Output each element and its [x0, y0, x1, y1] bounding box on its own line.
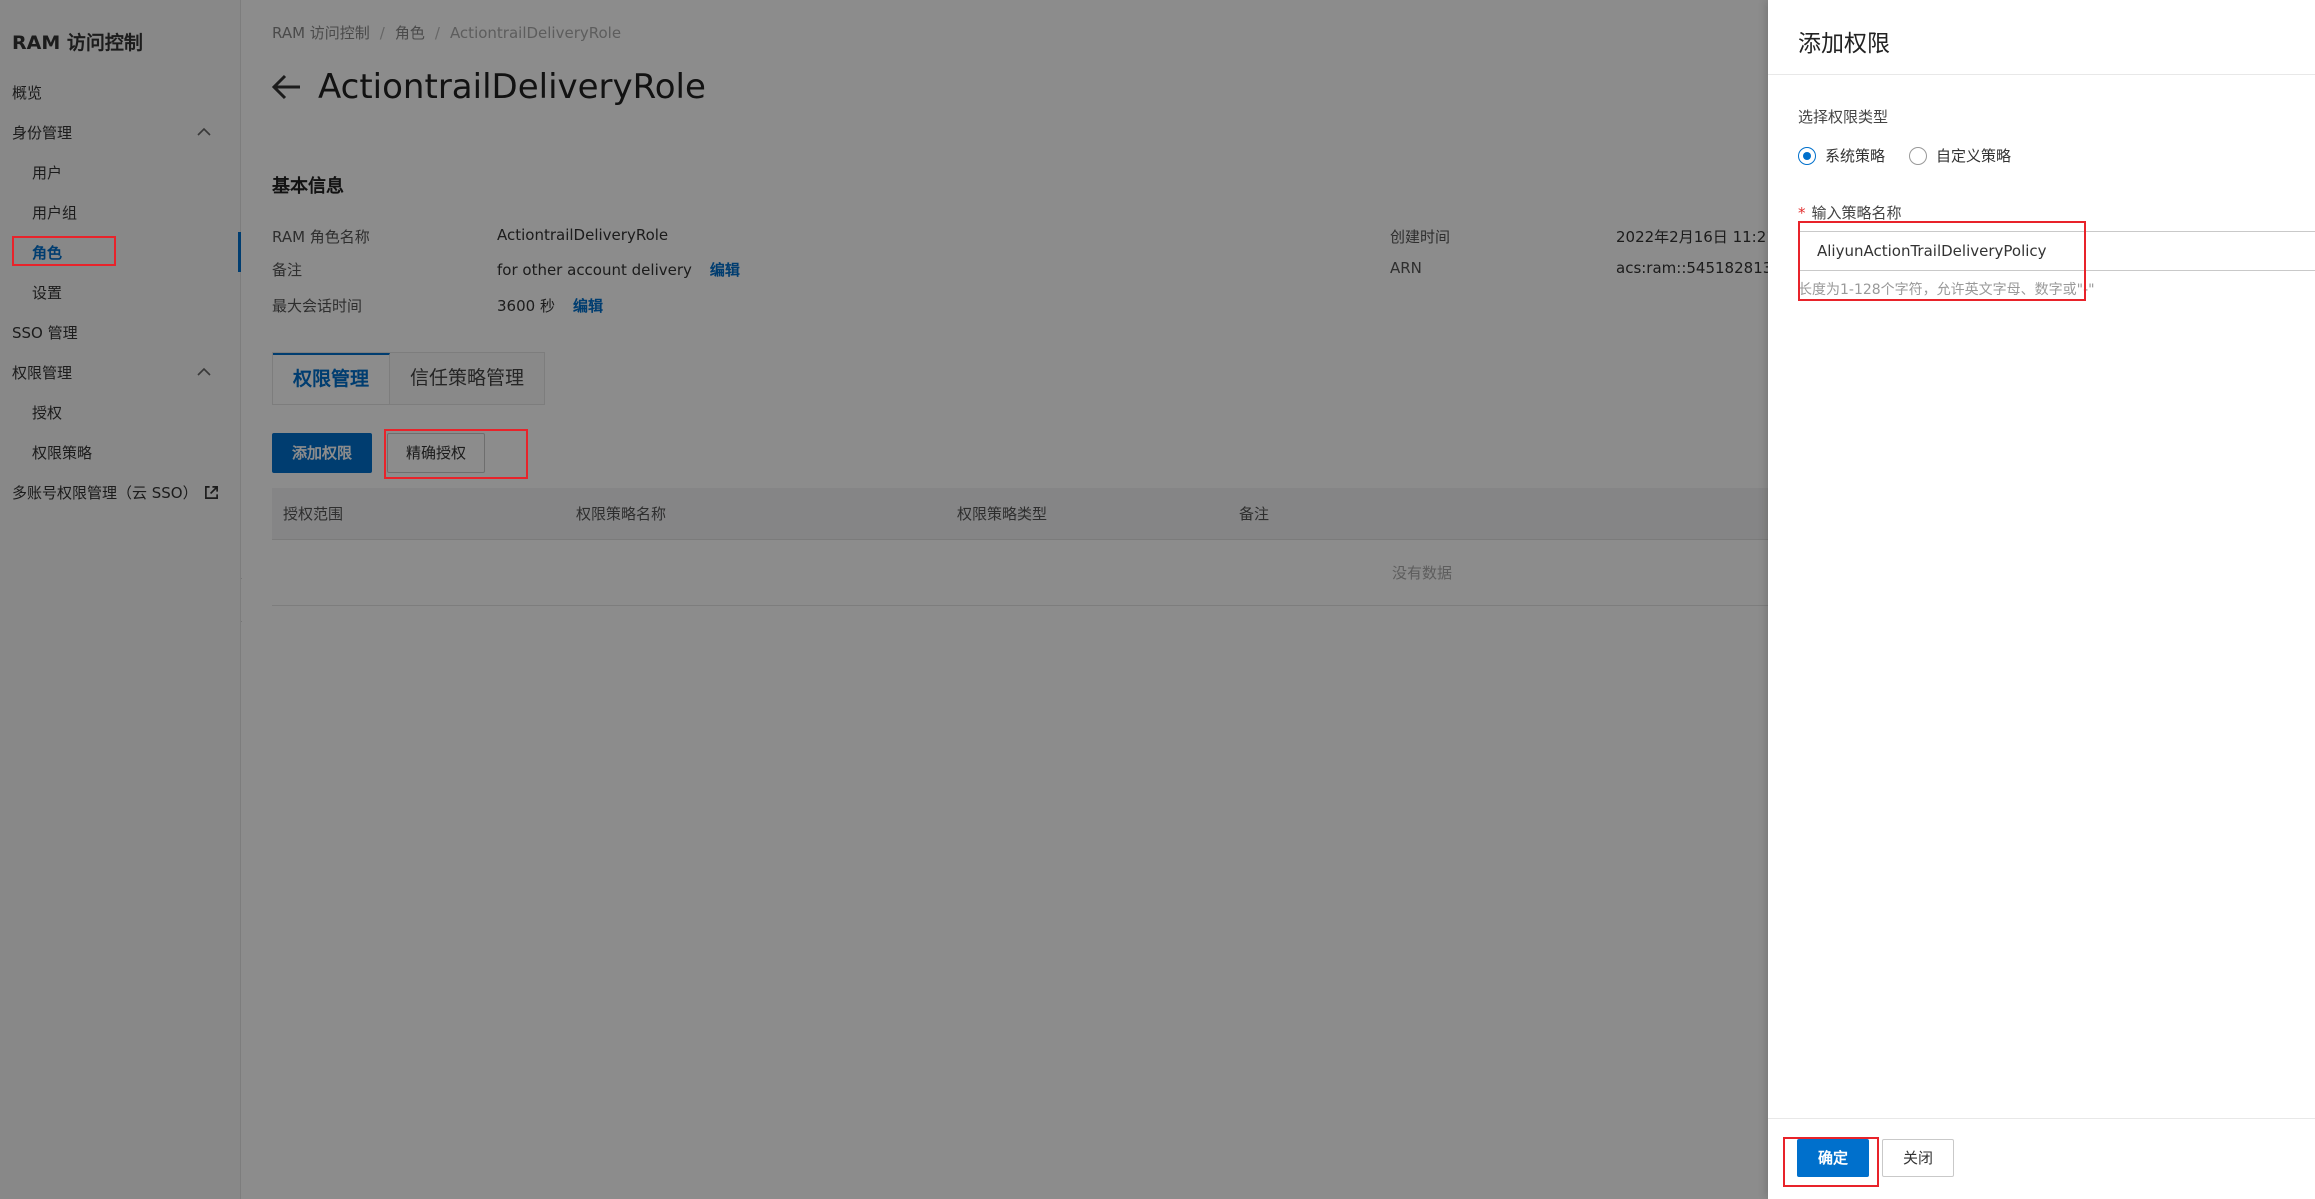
policy-name-help: 长度为1-128个字符，允许英文字母、数字或"-": [1798, 282, 2095, 298]
radio-system-policy[interactable]: 系统策略: [1798, 145, 1885, 166]
close-button[interactable]: 关闭: [1882, 1139, 1954, 1177]
radio-checked-icon: [1798, 146, 1816, 165]
radio-unchecked-icon: [1909, 146, 1928, 165]
policy-name-label: 输入策略名称: [1811, 204, 1902, 222]
policy-name-label-row: * 输入策略名称: [1798, 202, 1902, 223]
confirm-button[interactable]: 确定: [1797, 1139, 1869, 1177]
add-permission-drawer: 添加权限 选择权限类型 系统策略 自定义策略 * 输入策略名称 长度为1-128个…: [1768, 0, 2315, 1199]
drawer-title: 添加权限: [1798, 31, 1890, 57]
radio-custom-policy[interactable]: 自定义策略: [1909, 145, 2011, 166]
drawer-header: 添加权限: [1768, 0, 2315, 75]
policy-name-input[interactable]: [1798, 231, 2315, 271]
required-mark: *: [1798, 204, 1806, 222]
permission-type-label: 选择权限类型: [1798, 108, 1889, 126]
radio-label: 系统策略: [1825, 147, 1886, 165]
radio-label: 自定义策略: [1936, 147, 2012, 165]
permission-type-radio-group: 系统策略 自定义策略: [1798, 145, 2035, 166]
drawer-footer: 确定 关闭: [1768, 1118, 2315, 1199]
